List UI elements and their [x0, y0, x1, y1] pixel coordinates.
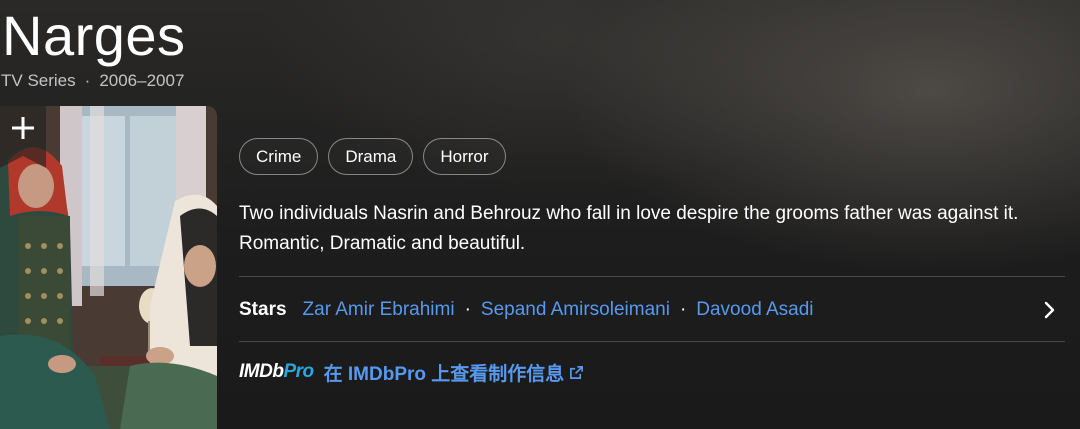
external-link-icon — [570, 365, 584, 379]
star-link[interactable]: Zar Amir Ebrahimi — [303, 299, 455, 321]
genre-chip-horror[interactable]: Horror — [423, 138, 506, 175]
plot-summary: Two individuals Nasrin and Behrouz who f… — [239, 203, 1019, 254]
star-link[interactable]: Davood Asadi — [696, 299, 813, 321]
imdbpro-logo[interactable]: IMDb Pro — [239, 361, 314, 383]
stars-label: Stars — [239, 299, 287, 320]
genre-chips: Crime Drama Horror — [239, 138, 506, 175]
genre-chip-drama[interactable]: Drama — [328, 138, 414, 175]
divider — [239, 276, 1065, 277]
add-to-watchlist-button[interactable] — [0, 106, 46, 168]
stars-row[interactable]: Stars Zar Amir Ebrahimi · Sepand Amirsol… — [239, 290, 1065, 330]
release-years[interactable]: 2006–2007 — [99, 71, 184, 90]
imdbpro-row: IMDb Pro 在 IMDbPro 上查看制作信息 — [239, 356, 584, 388]
star-separator: · — [464, 299, 471, 320]
imdbpro-logo-imdb: IMDb — [239, 361, 284, 382]
chevron-right-icon[interactable] — [1039, 300, 1059, 320]
divider — [239, 341, 1065, 342]
star-separator: · — [679, 299, 687, 320]
imdbpro-link[interactable]: 在 IMDbPro 上查看制作信息 — [324, 359, 585, 386]
page-title: Narges — [2, 4, 186, 67]
genre-chip-crime[interactable]: Crime — [239, 138, 319, 175]
plus-icon — [12, 117, 34, 139]
imdbpro-link-text: 在 IMDbPro 上查看制作信息 — [323, 363, 565, 385]
star-link[interactable]: Sepand Amirsoleimani — [481, 299, 670, 321]
title-overview-page: Narges TV Series · 2006–2007 Crime Drama… — [0, 0, 1080, 429]
title-type: TV Series — [1, 71, 76, 90]
meta-separator: · — [84, 71, 91, 90]
imdbpro-logo-pro: Pro — [283, 361, 314, 382]
poster-image[interactable] — [0, 106, 217, 429]
title-metadata: TV Series · 2006–2007 — [1, 70, 184, 92]
